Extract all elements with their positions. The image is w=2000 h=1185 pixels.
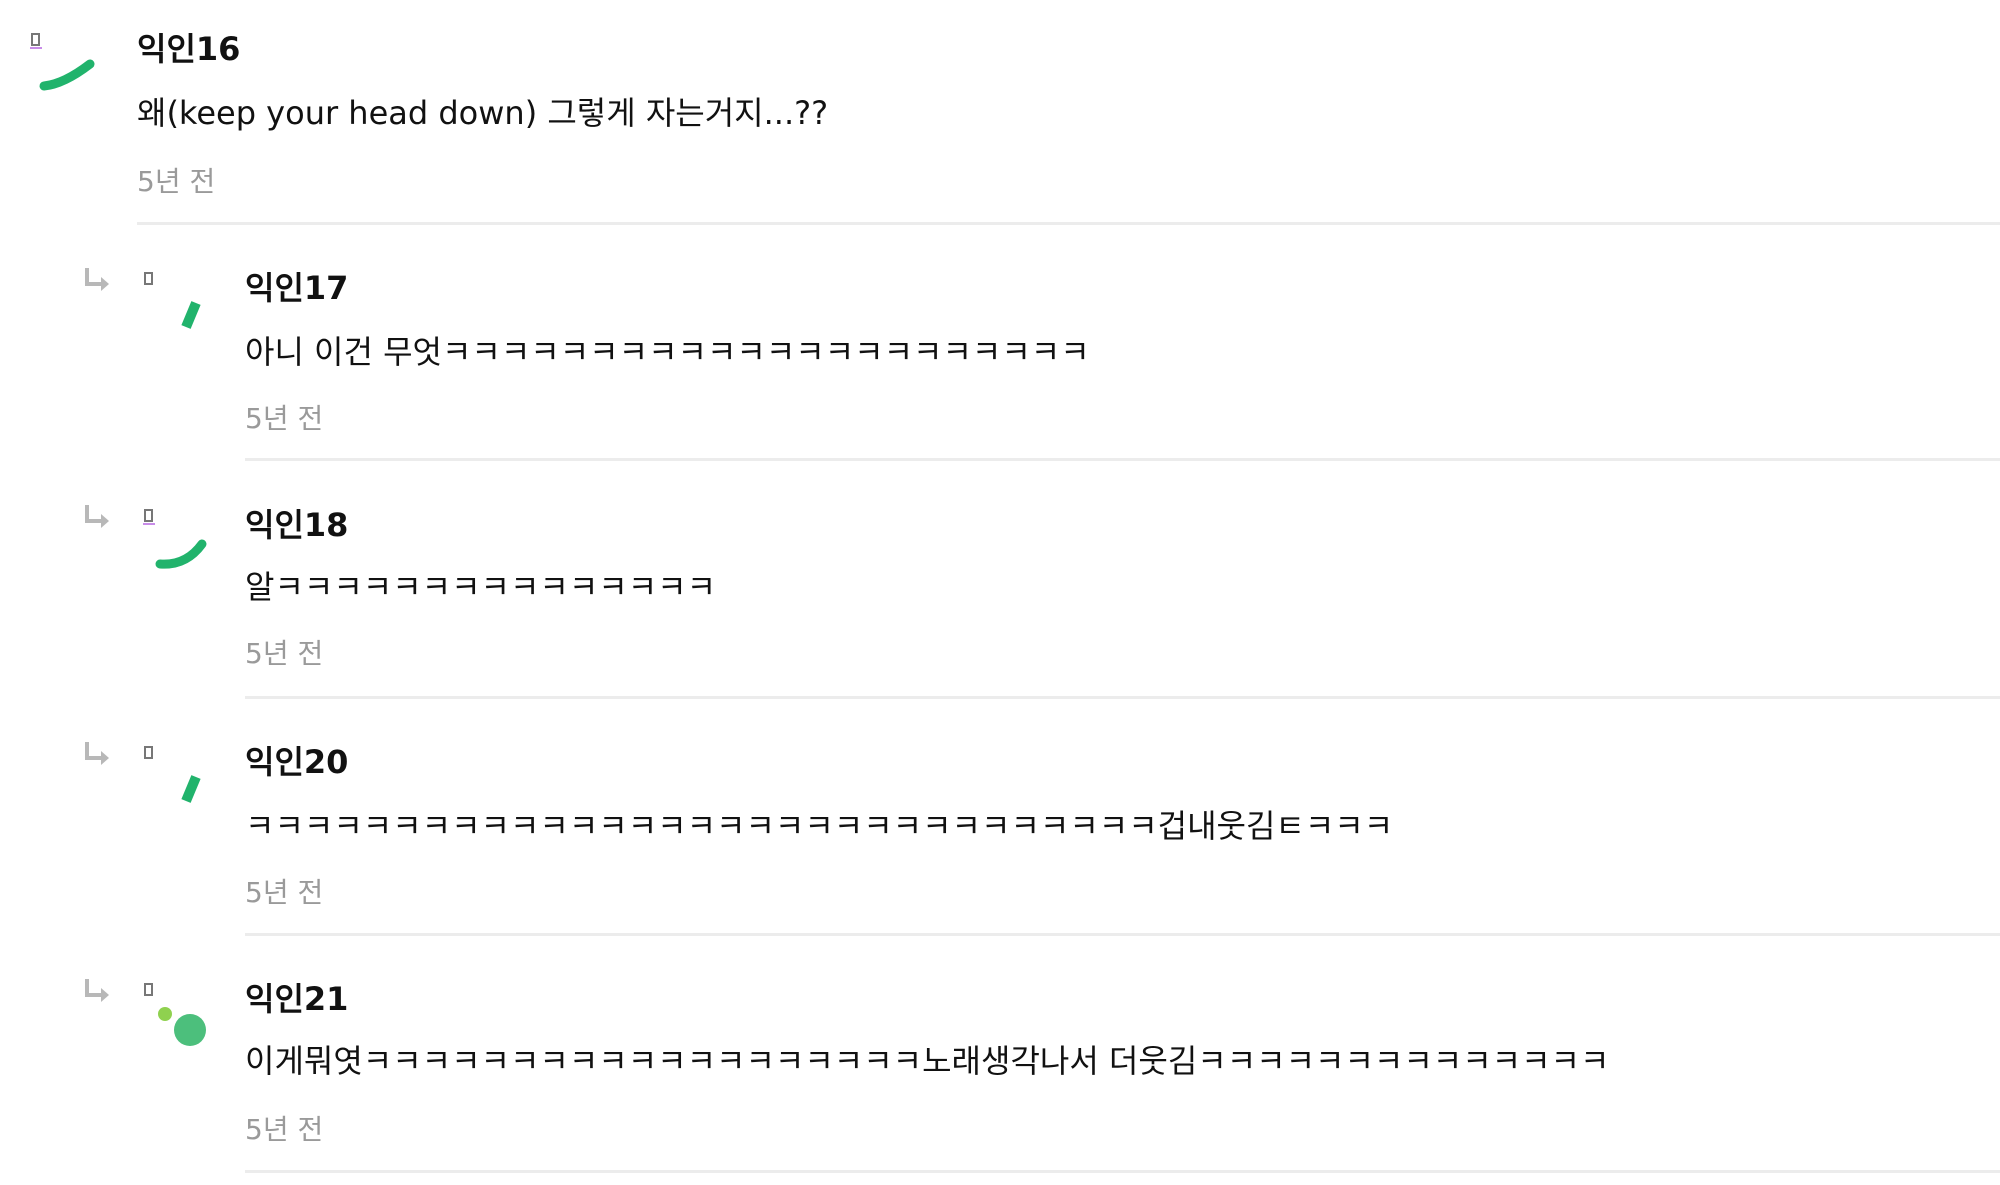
comment-author: 익인18 [245, 506, 349, 544]
comment-author: 익인20 [245, 743, 349, 781]
comment-list: 익인16 왜(keep your head down) 그렇게 자는거지...?… [0, 0, 2000, 1185]
avatar-icon[interactable] [130, 263, 220, 353]
divider [245, 458, 2000, 461]
reply-comment: 익인18 알ㅋㅋㅋㅋㅋㅋㅋㅋㅋㅋㅋㅋㅋㅋㅋ 5년 전 [0, 474, 2000, 711]
reply-arrow-icon [82, 739, 112, 769]
reply-comment: 익인21 이게뭐엿ㅋㅋㅋㅋㅋㅋㅋㅋㅋㅋㅋㅋㅋㅋㅋㅋㅋㅋㅋ노래생각나서 더웃김ㅋㅋ… [0, 948, 2000, 1185]
avatar-icon[interactable] [130, 974, 220, 1064]
comment-timestamp: 5년 전 [245, 876, 324, 909]
comment-timestamp: 5년 전 [245, 1113, 324, 1146]
comment-timestamp: 5년 전 [245, 637, 324, 670]
reply-arrow-icon [82, 265, 112, 295]
divider [245, 933, 2000, 936]
comment-text: ㅋㅋㅋㅋㅋㅋㅋㅋㅋㅋㅋㅋㅋㅋㅋㅋㅋㅋㅋㅋㅋㅋㅋㅋㅋㅋㅋㅋㅋㅋㅋ겁내웃김ㅌㅋㅋㅋ [245, 807, 1394, 845]
comment-text: 아니 이건 무엇ㅋㅋㅋㅋㅋㅋㅋㅋㅋㅋㅋㅋㅋㅋㅋㅋㅋㅋㅋㅋㅋㅋ [245, 333, 1090, 371]
comment-author: 익인21 [245, 980, 349, 1018]
divider [245, 1170, 2000, 1173]
comment-text: 왜(keep your head down) 그렇게 자는거지...?? [137, 94, 829, 132]
comment-timestamp: 5년 전 [137, 165, 216, 198]
reply-arrow-icon [82, 976, 112, 1006]
comment-timestamp: 5년 전 [245, 402, 324, 435]
reply-comment: 익인17 아니 이건 무엇ㅋㅋㅋㅋㅋㅋㅋㅋㅋㅋㅋㅋㅋㅋㅋㅋㅋㅋㅋㅋㅋㅋ 5년 전 [0, 237, 2000, 474]
comment-author: 익인16 [137, 30, 241, 68]
divider [137, 222, 2000, 225]
comment-text: 이게뭐엿ㅋㅋㅋㅋㅋㅋㅋㅋㅋㅋㅋㅋㅋㅋㅋㅋㅋㅋㅋ노래생각나서 더웃김ㅋㅋㅋㅋㅋㅋㅋ… [245, 1042, 1610, 1080]
avatar-icon[interactable] [20, 20, 110, 110]
comment-text: 알ㅋㅋㅋㅋㅋㅋㅋㅋㅋㅋㅋㅋㅋㅋㅋ [245, 568, 717, 606]
divider [245, 696, 2000, 699]
reply-arrow-icon [82, 502, 112, 532]
comment-author: 익인17 [245, 269, 349, 307]
avatar-icon[interactable] [130, 737, 220, 827]
avatar-icon[interactable] [130, 500, 220, 590]
reply-comment: 익인20 ㅋㅋㅋㅋㅋㅋㅋㅋㅋㅋㅋㅋㅋㅋㅋㅋㅋㅋㅋㅋㅋㅋㅋㅋㅋㅋㅋㅋㅋㅋㅋ겁내웃김… [0, 711, 2000, 948]
comment: 익인16 왜(keep your head down) 그렇게 자는거지...?… [0, 0, 2000, 237]
